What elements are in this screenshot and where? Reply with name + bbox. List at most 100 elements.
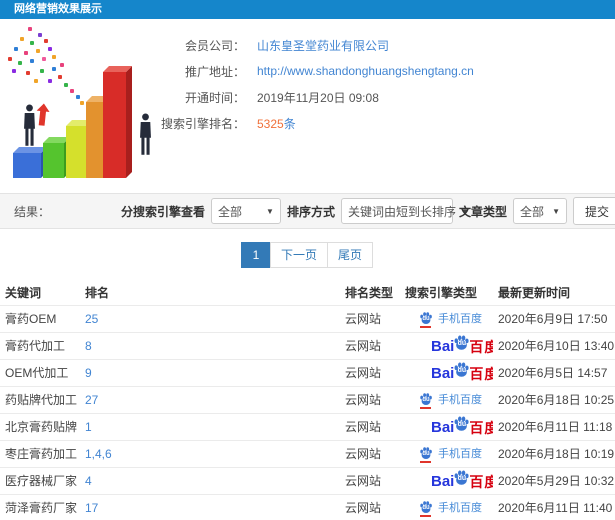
baidu-zh-text: 百度 [469, 339, 493, 355]
confetti-dot [38, 33, 42, 37]
sort-filter-label: 排序方式 [286, 204, 335, 219]
updated-cell: 2020年6月11日 11:40 [493, 493, 615, 520]
table-header-row: 关键词 排名 排名类型 搜索引擎类型 最新更新时间 [0, 281, 615, 305]
keyword-cell: 药贴牌代加工 [0, 385, 80, 413]
confetti-dot [44, 39, 48, 43]
mobile-baidu-logo[interactable]: du 手机百度 [419, 391, 482, 409]
baidu-logo[interactable]: Baidu百度 [431, 361, 493, 382]
table-row: 药贴牌代加工 27 云网站 du 手机百度 2020年6月18日 10:25 [0, 385, 615, 413]
rank-type-cell: 云网站 [340, 412, 400, 440]
confetti-dot [70, 89, 74, 93]
confetti-dot [12, 69, 16, 73]
table-row: 枣庄膏药加工 1,4,6 云网站 du 手机百度 2020年6月18日 10:19 [0, 439, 615, 467]
article-type-select[interactable]: 全部 ▼ [513, 198, 567, 224]
confetti-dot [20, 37, 24, 41]
rank-cell: 9 [80, 358, 340, 386]
confetti-dot [28, 27, 32, 31]
rank-link[interactable]: 17 [85, 501, 98, 515]
rank-link[interactable]: 9 [85, 366, 92, 380]
engine-filter-value: 全部 [217, 204, 242, 219]
confetti-dot [48, 79, 52, 83]
column-header-5: 最新更新时间 [498, 286, 571, 301]
keyword-cell: 北京膏药贴牌 [0, 412, 80, 440]
confetti-dot [52, 67, 56, 71]
rank-link[interactable]: 25 [85, 312, 98, 326]
engine-cell: Baidu百度 [400, 412, 493, 440]
table-row: 医疗器械厂家 4 云网站 Baidu百度2020年5月29日 10:32 [0, 466, 615, 494]
filter-bar: 结果： 分搜索引擎查看 全部 ▼ 排序方式 关键词由短到长排序 ▼ 文章类型 全… [0, 193, 615, 229]
updated-cell: 2020年6月18日 10:25 [493, 385, 615, 413]
engine-cell: Baidu百度 [400, 466, 493, 494]
page: 网络营销效果展示 会员公司： 山东皇圣堂药业有限公司 推广地址： http://www… [0, 0, 615, 520]
rank-type-cell: 云网站 [340, 331, 400, 359]
baidu-logo[interactable]: Baidu百度 [431, 470, 493, 490]
mobile-baidu-label: 手机百度 [438, 501, 482, 514]
baidu-paw-icon: du [419, 446, 433, 463]
mobile-baidu-logo[interactable]: du 手机百度 [419, 499, 482, 517]
sort-filter-select[interactable]: 关键词由短到长排序 ▼ [340, 198, 469, 224]
confetti-dot [26, 71, 30, 75]
updated-cell: 2020年5月29日 10:32 [493, 466, 615, 494]
engine-filter-label: 分搜索引擎查看 [120, 204, 205, 219]
baidu-logo[interactable]: Baidu百度 [431, 334, 493, 355]
table-row: 北京膏药贴牌 1 云网站 Baidu百度2020年6月11日 11:18 [0, 412, 615, 440]
baidu-logo[interactable]: Baidu百度 [431, 416, 493, 436]
page-1-button[interactable]: 1 [240, 242, 271, 268]
confetti-dot [30, 59, 34, 63]
rank-type-cell: 云网站 [340, 385, 400, 413]
rank-link[interactable]: 1 [85, 420, 92, 434]
submit-button[interactable]: 提交 [573, 197, 615, 225]
baidu-bai-text: Bai [431, 473, 455, 490]
engine-cell: Baidu百度 [400, 331, 493, 359]
next-page-button[interactable]: 下一页 [269, 242, 328, 268]
rank-type-cell: 云网站 [340, 466, 400, 494]
sort-filter-value: 关键词由短到长排序 [347, 204, 456, 219]
red-underline [420, 460, 431, 463]
column-header-1: 关键词 [5, 286, 42, 301]
engine-rank-value[interactable]: 5325条 [257, 115, 296, 132]
baidu-bai-text: Bai [431, 338, 455, 355]
confetti-dot [42, 57, 46, 61]
rank-cell: 27 [80, 385, 340, 413]
page-title: 网络营销效果展示 [14, 3, 102, 15]
table-row: OEM代加工 9 云网站 Baidu百度2020年6月5日 14:57 [0, 358, 615, 386]
rank-link[interactable]: 4 [85, 474, 92, 488]
info-section: 会员公司： 山东皇圣堂药业有限公司 推广地址： http://www.shandong… [0, 19, 615, 193]
baidu-zh-text: 百度 [469, 366, 493, 382]
pagination: 1 下一页 尾页 [240, 242, 374, 268]
confetti-dot [8, 57, 12, 61]
column-header-3: 排名类型 [345, 286, 394, 301]
engine-cell: Baidu百度 [400, 358, 493, 386]
businessman-figure [138, 110, 153, 165]
chart-bar-5 [103, 66, 132, 178]
confetti-dot [34, 79, 38, 83]
filter-controls: 分搜索引擎查看 全部 ▼ 排序方式 关键词由短到长排序 ▼ 文章类型 全部 ▼ … [121, 197, 615, 225]
member-company-value[interactable]: 山东皇圣堂药业有限公司 [257, 37, 389, 54]
promo-url-value[interactable]: http://www.shandonghuangshengtang.cn [257, 64, 474, 78]
mobile-baidu-logo[interactable]: du 手机百度 [419, 445, 482, 463]
rank-link[interactable]: 27 [85, 393, 98, 407]
rank-link[interactable]: 8 [85, 339, 92, 353]
confetti-dot [14, 47, 18, 51]
confetti-dot [60, 63, 64, 67]
red-underline [420, 514, 431, 517]
baidu-zh-text: 百度 [469, 420, 493, 436]
confetti-dot [18, 61, 22, 65]
keyword-cell: 医疗器械厂家 [0, 466, 80, 494]
mobile-baidu-logo[interactable]: du 手机百度 [419, 310, 482, 328]
column-header-2: 排名 [85, 286, 110, 301]
baidu-paw-icon: du [453, 334, 470, 351]
article-type-label: 文章类型 [458, 204, 507, 219]
confetti-dot [36, 49, 40, 53]
rank-link[interactable]: 1,4,6 [85, 447, 112, 461]
keyword-cell: 膏药代加工 [0, 331, 80, 359]
baidu-paw-icon: du [453, 361, 470, 378]
last-page-button[interactable]: 尾页 [327, 242, 374, 268]
mobile-baidu-label: 手机百度 [438, 393, 482, 406]
engine-filter-select[interactable]: 全部 ▼ [210, 198, 281, 224]
open-time-value: 2019年11月20日 09:08 [257, 90, 379, 105]
ranking-table: 关键词 排名 排名类型搜索引擎类型 最新更新时间 膏药OEM 25 云网站 du 手机百度 20… [0, 281, 615, 520]
page-header: 网络营销效果展示 [0, 0, 615, 19]
keyword-cell: OEM代加工 [0, 358, 80, 386]
mobile-baidu-label: 手机百度 [438, 312, 482, 325]
